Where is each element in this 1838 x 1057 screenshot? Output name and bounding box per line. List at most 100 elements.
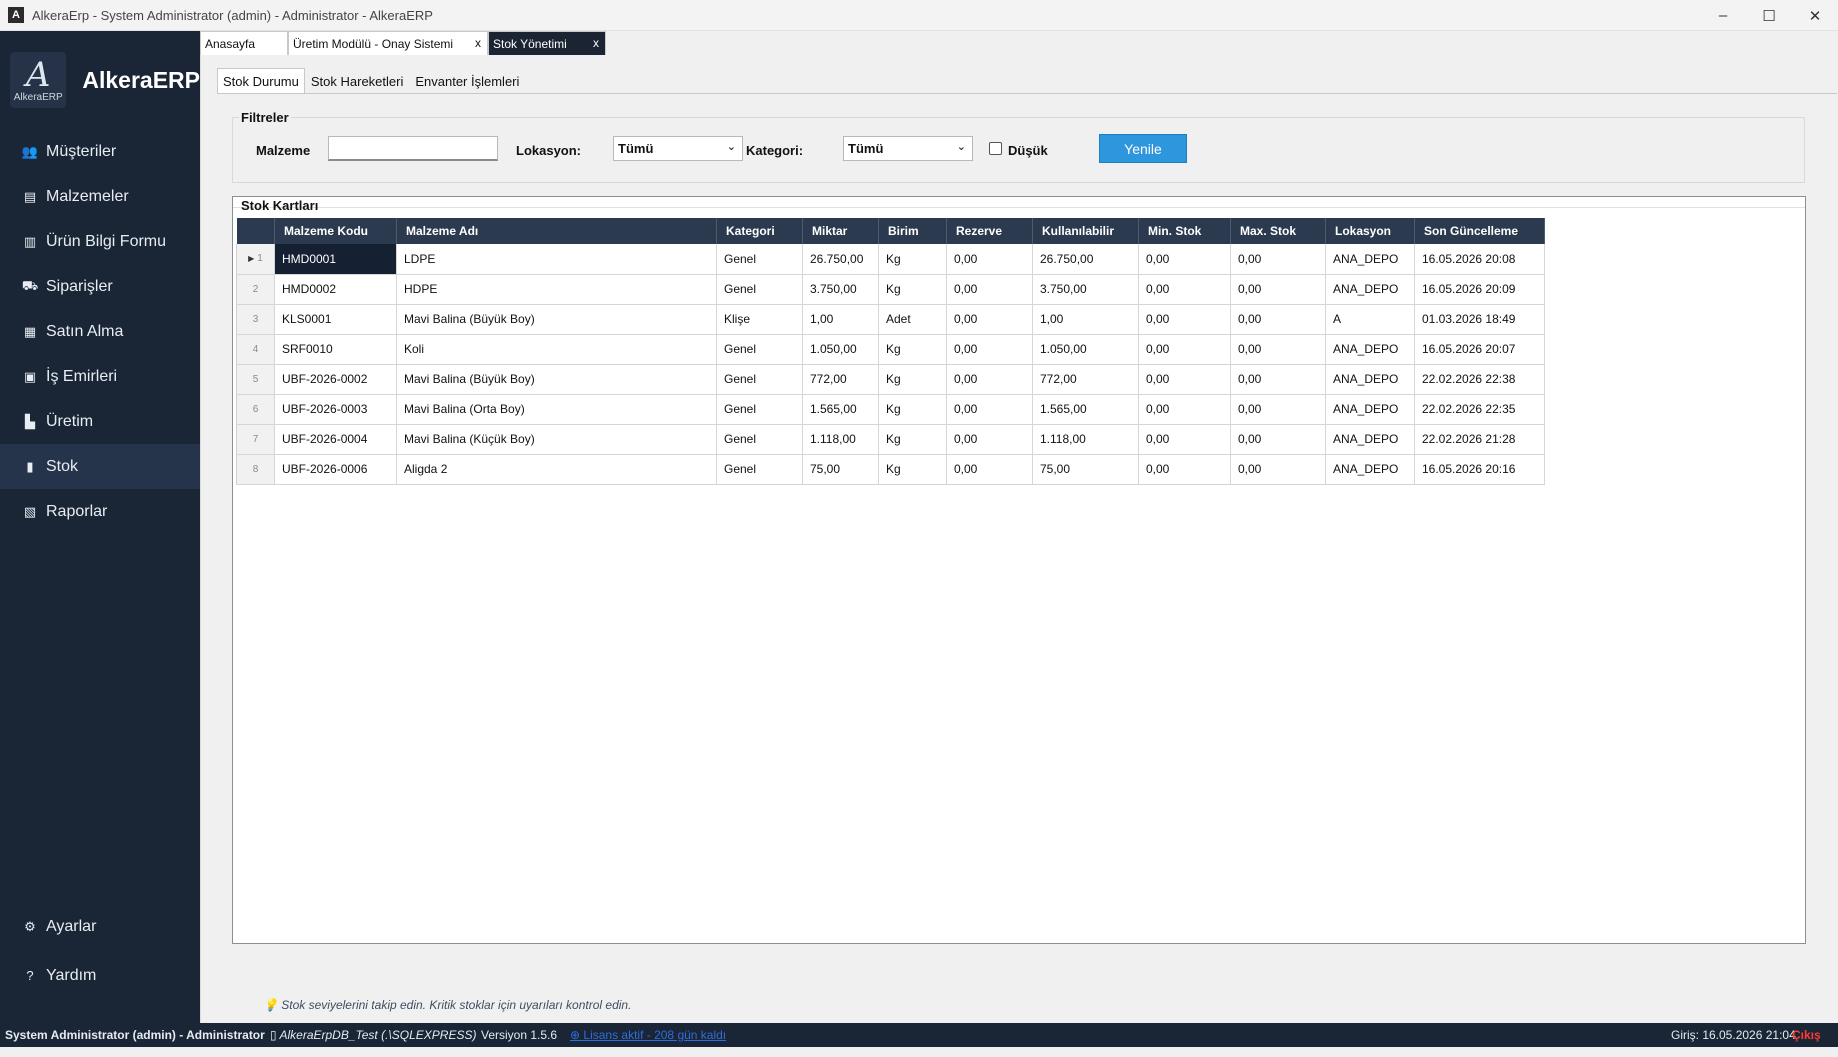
- table-cell[interactable]: Kg: [878, 334, 947, 365]
- table-cell[interactable]: 772,00: [802, 364, 879, 395]
- table-cell[interactable]: 0,00: [1230, 454, 1326, 485]
- table-cell[interactable]: 75,00: [802, 454, 879, 485]
- doc-tab-stok-yonetimi[interactable]: Stok Yönetimi x: [488, 31, 606, 55]
- table-cell[interactable]: Kg: [878, 244, 947, 275]
- sidebar-item-gear[interactable]: ⚙ Ayarlar: [0, 904, 200, 949]
- table-cell[interactable]: Genel: [716, 244, 803, 275]
- table-cell[interactable]: HDPE: [396, 274, 717, 305]
- row-header[interactable]: 8: [236, 454, 275, 485]
- material-input[interactable]: [328, 136, 498, 161]
- close-tab-icon[interactable]: x: [475, 36, 481, 50]
- table-cell[interactable]: Mavi Balina (Büyük Boy): [396, 304, 717, 335]
- table-cell[interactable]: Kg: [878, 424, 947, 455]
- table-row[interactable]: ▶ 1 HMD0001 LDPE Genel 26.750,00 Kg 0,00 26.750,…: [236, 244, 1545, 275]
- table-cell[interactable]: 22.02.2026 21:28: [1414, 424, 1545, 455]
- table-cell[interactable]: 0,00: [1230, 394, 1326, 425]
- table-cell[interactable]: ANA_DEPO: [1325, 334, 1415, 365]
- table-cell[interactable]: Klişe: [716, 304, 803, 335]
- table-cell[interactable]: 16.05.2026 20:16: [1414, 454, 1545, 485]
- table-cell[interactable]: 26.750,00: [802, 244, 879, 275]
- table-cell[interactable]: Genel: [716, 274, 803, 305]
- table-row[interactable]: 7 UBF-2026-0004 Mavi Balina (Küçük Boy) Gen…: [236, 424, 1545, 455]
- table-cell[interactable]: 772,00: [1032, 364, 1139, 395]
- column-header[interactable]: Rezerve: [946, 218, 1033, 244]
- table-cell[interactable]: 1,00: [802, 304, 879, 335]
- column-header[interactable]: Kullanılabilir: [1032, 218, 1139, 244]
- table-cell[interactable]: 16.05.2026 20:08: [1414, 244, 1545, 275]
- table-cell[interactable]: 1,00: [1032, 304, 1139, 335]
- table-cell[interactable]: 0,00: [946, 334, 1033, 365]
- sidebar-item-users[interactable]: 👥 Müşteriler: [0, 129, 200, 174]
- column-header[interactable]: Malzeme Kodu: [274, 218, 397, 244]
- table-cell[interactable]: Genel: [716, 334, 803, 365]
- table-cell[interactable]: 0,00: [946, 454, 1033, 485]
- table-cell[interactable]: UBF-2026-0002: [274, 364, 397, 395]
- table-cell[interactable]: Aligda 2: [396, 454, 717, 485]
- column-header[interactable]: Miktar: [802, 218, 879, 244]
- sidebar-item-report[interactable]: ▧ Raporlar: [0, 489, 200, 534]
- table-cell[interactable]: Kg: [878, 394, 947, 425]
- table-cell[interactable]: Koli: [396, 334, 717, 365]
- sidebar-item-form[interactable]: ▥ Ürün Bilgi Formu: [0, 219, 200, 264]
- sidebar-item-clipboard[interactable]: ▣ İş Emirleri: [0, 354, 200, 399]
- doc-tab-anasayfa[interactable]: Anasayfa: [200, 31, 288, 55]
- table-cell[interactable]: Kg: [878, 454, 947, 485]
- table-cell[interactable]: 01.03.2026 18:49: [1414, 304, 1545, 335]
- table-cell[interactable]: 1.118,00: [1032, 424, 1139, 455]
- table-cell[interactable]: 0,00: [1138, 424, 1231, 455]
- column-header[interactable]: Lokasyon: [1325, 218, 1415, 244]
- column-header[interactable]: Birim: [878, 218, 947, 244]
- table-cell[interactable]: LDPE: [396, 244, 717, 275]
- location-select[interactable]: Tümü ⌄: [613, 136, 743, 161]
- table-cell[interactable]: ANA_DEPO: [1325, 244, 1415, 275]
- table-cell[interactable]: Mavi Balina (Küçük Boy): [396, 424, 717, 455]
- sidebar-item-box[interactable]: ▤ Malzemeler: [0, 174, 200, 219]
- table-row[interactable]: 8 UBF-2026-0006 Aligda 2 Genel 75,00 Kg 0,00 75…: [236, 454, 1545, 485]
- row-header[interactable]: 2: [236, 274, 275, 305]
- table-cell[interactable]: 1.118,00: [802, 424, 879, 455]
- tab-stok-durumu[interactable]: Stok Durumu: [217, 68, 305, 94]
- table-row[interactable]: 5 UBF-2026-0002 Mavi Balina (Büyük Boy) Gen…: [236, 364, 1545, 395]
- table-cell[interactable]: HMD0002: [274, 274, 397, 305]
- table-cell[interactable]: 22.02.2026 22:35: [1414, 394, 1545, 425]
- table-row[interactable]: 4 SRF0010 Koli Genel 1.050,00 Kg 0,00 1.050,00 0…: [236, 334, 1545, 365]
- column-header[interactable]: Son Güncelleme: [1414, 218, 1545, 244]
- table-cell[interactable]: 1.565,00: [1032, 394, 1139, 425]
- table-cell[interactable]: 0,00: [1138, 394, 1231, 425]
- sidebar-item-help[interactable]: ? Yardım: [0, 953, 200, 998]
- table-cell[interactable]: 0,00: [1230, 244, 1326, 275]
- sidebar-item-cart[interactable]: ▦ Satın Alma: [0, 309, 200, 354]
- low-stock-checkbox[interactable]: [989, 142, 1002, 155]
- table-cell[interactable]: 0,00: [1138, 304, 1231, 335]
- close-button[interactable]: ✕: [1792, 0, 1838, 31]
- table-cell[interactable]: 0,00: [1230, 304, 1326, 335]
- doc-tab-uretim-onay[interactable]: Üretim Modülü - Onay Sistemi x: [288, 31, 488, 55]
- table-cell[interactable]: Mavi Balina (Orta Boy): [396, 394, 717, 425]
- table-cell[interactable]: Genel: [716, 364, 803, 395]
- row-header[interactable]: 3: [236, 304, 275, 335]
- table-cell[interactable]: UBF-2026-0003: [274, 394, 397, 425]
- table-cell[interactable]: ANA_DEPO: [1325, 454, 1415, 485]
- table-cell[interactable]: Genel: [716, 394, 803, 425]
- table-cell[interactable]: 1.050,00: [1032, 334, 1139, 365]
- minimize-button[interactable]: –: [1700, 0, 1746, 31]
- table-cell[interactable]: ANA_DEPO: [1325, 274, 1415, 305]
- table-cell[interactable]: 0,00: [1138, 364, 1231, 395]
- table-cell[interactable]: 3.750,00: [802, 274, 879, 305]
- column-header[interactable]: Malzeme Adı: [396, 218, 717, 244]
- table-cell[interactable]: UBF-2026-0004: [274, 424, 397, 455]
- table-cell[interactable]: 16.05.2026 20:07: [1414, 334, 1545, 365]
- sidebar-item-orders[interactable]: ⛟ Siparişler: [0, 264, 200, 309]
- table-cell[interactable]: Genel: [716, 424, 803, 455]
- close-tab-icon[interactable]: x: [593, 36, 599, 50]
- column-header[interactable]: Kategori: [716, 218, 803, 244]
- table-cell[interactable]: 0,00: [946, 244, 1033, 275]
- table-cell[interactable]: 75,00: [1032, 454, 1139, 485]
- column-header[interactable]: Max. Stok: [1230, 218, 1326, 244]
- row-header[interactable]: 7: [236, 424, 275, 455]
- row-header[interactable]: 5: [236, 364, 275, 395]
- tab-envanter-islemleri[interactable]: Envanter İşlemleri: [409, 68, 525, 94]
- table-cell[interactable]: Kg: [878, 274, 947, 305]
- table-cell[interactable]: ANA_DEPO: [1325, 364, 1415, 395]
- table-cell[interactable]: 0,00: [1230, 364, 1326, 395]
